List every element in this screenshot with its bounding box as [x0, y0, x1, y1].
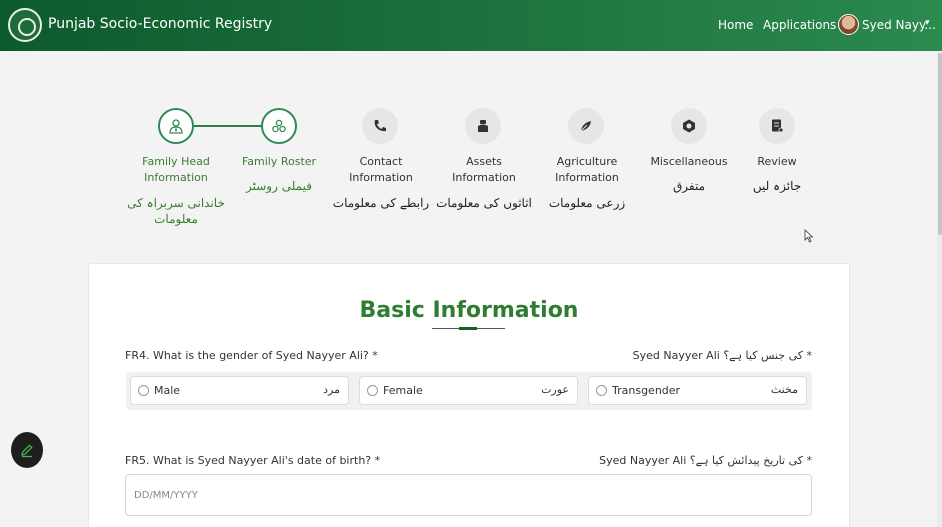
pencil-icon [21, 444, 33, 458]
review-icon[interactable] [759, 108, 795, 144]
step-contact-label[interactable]: Contact Information [326, 154, 436, 186]
dob-question-label: FR5. What is Syed Nayyer Ali's date of b… [125, 454, 381, 467]
top-header-bar: Punjab Socio-Economic Registry Home Appl… [0, 0, 942, 51]
option-label-female: Female [383, 384, 423, 397]
radio-female[interactable] [367, 385, 378, 396]
assets-icon[interactable] [465, 108, 501, 144]
mouse-pointer-icon [804, 229, 814, 243]
nav-applications-link[interactable]: Applications [763, 18, 836, 32]
chevron-down-icon[interactable]: ▾ [925, 18, 930, 28]
date-of-birth-input[interactable] [125, 474, 812, 516]
section-title: Basic Information [359, 298, 579, 323]
app-title[interactable]: Punjab Socio-Economic Registry [48, 16, 272, 32]
step-review-urdu: جائزہ لیں [752, 179, 802, 193]
step-family-head-label[interactable]: Family Head Information [121, 154, 231, 186]
step-family-roster-label[interactable]: Family Roster [224, 154, 334, 170]
user-tie-icon[interactable] [158, 108, 194, 144]
family-group-icon[interactable] [261, 108, 297, 144]
radio-male[interactable] [138, 385, 149, 396]
step-family-roster-urdu: فیملی روسٹر [246, 179, 312, 193]
dob-question-urdu: Syed Nayyer Ali کی تاریخ پیدائش کیا ہے؟ … [599, 454, 812, 467]
punjab-logo[interactable] [8, 8, 42, 42]
step-assets-label[interactable]: Assets Information [429, 154, 539, 186]
gender-option-female[interactable]: Female عورت [359, 376, 578, 405]
nav-home-link[interactable]: Home [718, 18, 753, 32]
scrollbar-thumb[interactable] [938, 53, 942, 235]
step-family-head-urdu: خاندانی سربراہ کی معلومات [127, 196, 225, 226]
option-urdu-female: عورت [541, 383, 569, 396]
step-agriculture-label[interactable]: Agriculture Information [532, 154, 642, 186]
edit-fab-button[interactable] [11, 432, 43, 468]
phone-icon[interactable] [362, 108, 398, 144]
step-assets-urdu: اثاثوں کی معلومات [436, 196, 532, 210]
option-label-male: Male [154, 384, 181, 397]
gender-option-male[interactable]: Male مرد [130, 376, 349, 405]
miscellaneous-icon[interactable] [671, 108, 707, 144]
title-underline-accent [459, 327, 477, 330]
step-agriculture-urdu: زرعی معلومات [548, 196, 626, 210]
gender-option-transgender[interactable]: Transgender مخنث [588, 376, 807, 405]
stepper-connector-line [192, 125, 262, 127]
option-label-transgender: Transgender [612, 384, 681, 397]
gender-question-urdu: Syed Nayyer Ali کی جنس کیا ہے؟ * [632, 349, 812, 362]
gender-question-label: FR4. What is the gender of Syed Nayyer A… [125, 349, 378, 362]
radio-transgender[interactable] [596, 385, 607, 396]
step-contact-urdu: رابطے کی معلومات [332, 196, 430, 210]
agriculture-icon[interactable] [568, 108, 604, 144]
option-urdu-male: مرد [323, 383, 340, 396]
user-avatar[interactable] [838, 14, 859, 35]
step-review-label[interactable]: Review [722, 154, 832, 170]
option-urdu-transgender: مخنث [770, 383, 798, 396]
